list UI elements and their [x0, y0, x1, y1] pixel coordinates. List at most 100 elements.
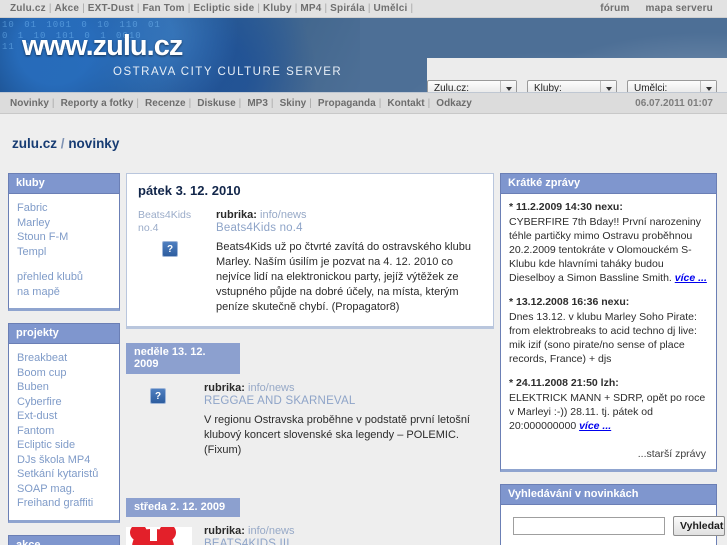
- short-news-more-link[interactable]: více ...: [579, 420, 611, 432]
- subnav-link-reporty-a-fotky[interactable]: Reporty a fotky: [61, 98, 134, 109]
- search-input[interactable]: [513, 517, 665, 535]
- sidebar-item-fantom[interactable]: Fantom: [17, 424, 111, 439]
- dropdown-umelci[interactable]: Umělci:: [627, 80, 717, 92]
- panel-search: Vyhledávání v novinkách Vyhledat: [500, 484, 725, 545]
- topnav-link-spirala[interactable]: Spirála: [330, 3, 365, 14]
- subnav-link-recenze[interactable]: Recenze: [145, 98, 186, 109]
- news-text: Beats4Kids už po čtvrté zavítá do ostrav…: [216, 241, 471, 313]
- sidebar-item-na-mape[interactable]: na mapě: [17, 285, 111, 300]
- panel-kratke-zpravy-title: Krátké zprávy: [501, 174, 716, 194]
- chevron-down-icon[interactable]: [700, 81, 716, 92]
- topnav-separator: |: [324, 3, 328, 14]
- short-news-item: * 11.2.2009 14:30 nexu: CYBERFIRE 7th Bd…: [509, 201, 708, 285]
- site-banner: www.zulu.cz OSTRAVA CITY CULTURE SERVER …: [0, 18, 727, 92]
- news-date-band: středa 2. 12. 2009: [126, 498, 240, 517]
- news-body: Beats4Kids no.4 ? rubrika: info/news Bea…: [138, 209, 482, 315]
- sidebar-item-boom-cup[interactable]: Boom cup: [17, 366, 111, 381]
- news-title-link[interactable]: Beats4Kids no.4: [216, 222, 482, 234]
- topnav-link-ext-dust[interactable]: EXT-Dust: [88, 3, 134, 14]
- subnav-separator: |: [270, 98, 274, 109]
- short-news-body: Dnes 13.12. v klubu Marley Soho Pirate: …: [509, 311, 697, 365]
- sidebar-item-templ[interactable]: Templ: [17, 245, 111, 260]
- panel-projekty: projekty Breakbeat Boom cup Buben Cyberf…: [8, 323, 120, 523]
- subnav-link-novinky[interactable]: Novinky: [10, 98, 49, 109]
- sidebar-item-prehled-klubu[interactable]: přehled klubů: [17, 270, 111, 285]
- news-rubrika-link[interactable]: info/news: [260, 209, 306, 221]
- topnav-link-ecliptic-side[interactable]: Ecliptic side: [193, 3, 254, 14]
- news-thumb-area: BEATS KIDS: [126, 525, 204, 545]
- current-datetime: 06.07.2011 01:07: [635, 97, 713, 109]
- news-title-link[interactable]: BEATS4KIDS III.: [204, 538, 494, 545]
- news-content: rubrika: info/news Beats4Kids no.4 Beats…: [216, 209, 482, 315]
- sidebar-item-ecliptic-side[interactable]: Ecliptic side: [17, 438, 111, 453]
- news-column: pátek 3. 12. 2010 Beats4Kids no.4 ? rubr…: [126, 173, 494, 545]
- broken-image-icon: ?: [162, 241, 178, 257]
- top-nav-links: Zulu.cz | Akce | EXT-Dust | Fan Tom | Eclipt…: [10, 3, 416, 14]
- breadcrumb-section: novinky: [68, 136, 120, 151]
- dropdown-kluby[interactable]: Kluby:: [527, 80, 617, 92]
- subnav-separator: |: [51, 98, 55, 109]
- chevron-down-icon[interactable]: [500, 81, 516, 92]
- subnav-link-kontakt[interactable]: Kontakt: [387, 98, 424, 109]
- dropdown-zulucz[interactable]: Zulu.cz:: [427, 80, 517, 92]
- news-rubrika-link[interactable]: info/news: [248, 382, 294, 394]
- topnav-separator: |: [82, 3, 85, 14]
- page-columns: kluby Fabric Marley Stoun F-M Templ přeh…: [0, 151, 727, 545]
- sidebar-item-setkani-kytaristu[interactable]: Setkání kytaristů: [17, 467, 111, 482]
- breadcrumb-site[interactable]: zulu.cz: [12, 136, 57, 151]
- short-news-item: * 24.11.2008 21:50 lzh: ELEKTRICK MANN +…: [509, 377, 708, 433]
- topnav-link-forum[interactable]: fórum: [600, 3, 629, 14]
- news-thumb-area: ?: [126, 382, 204, 458]
- news-thumb-area: Beats4Kids no.4 ?: [138, 209, 216, 315]
- subnav-link-skiny[interactable]: Skiny: [280, 98, 307, 109]
- topnav-separator: |: [294, 3, 298, 14]
- sidebar-item-djs-skola-mp4[interactable]: DJs škola MP4: [17, 453, 111, 468]
- news-title-link[interactable]: REGGAE AND SKARNEVAL: [204, 395, 494, 407]
- panel-kluby-list: Fabric Marley Stoun F-M Templ přehled kl…: [9, 194, 119, 308]
- site-logo[interactable]: www.zulu.cz: [22, 30, 183, 63]
- news-article: pátek 3. 12. 2010 Beats4Kids no.4 ? rubr…: [126, 173, 494, 329]
- top-nav-right-links: fórum mapa serveru: [584, 3, 713, 14]
- sidebar-item-fabric[interactable]: Fabric: [17, 201, 111, 216]
- sidebar-item-soap-mag[interactable]: SOAP mag.: [17, 482, 111, 497]
- panel-akce: akce: [8, 534, 120, 545]
- topnav-separator: |: [257, 3, 260, 14]
- short-news-body: CYBERFIRE 7th Bday!! První narozeniny té…: [509, 216, 701, 284]
- search-button[interactable]: Vyhledat: [673, 516, 725, 536]
- news-article: středa 2. 12. 2009 BEATS KIDS: [126, 498, 494, 545]
- topnav-link-akce[interactable]: Akce: [54, 3, 79, 14]
- news-rubrika-label: rubrika:: [204, 382, 245, 394]
- subnav-link-diskuse[interactable]: Diskuse: [197, 98, 235, 109]
- dropdown-kluby-label: Kluby:: [534, 83, 562, 92]
- topnav-link-mp4[interactable]: MP4: [300, 3, 321, 14]
- subnav-link-propaganda[interactable]: Propaganda: [318, 98, 376, 109]
- short-news-more-link[interactable]: více ...: [675, 272, 707, 284]
- sidebar-item-cyberfire[interactable]: Cyberfire: [17, 395, 111, 410]
- chevron-down-icon[interactable]: [600, 81, 616, 92]
- topnav-link-umelci[interactable]: Umělci: [374, 3, 408, 14]
- sidebar-item-stoun-fm[interactable]: Stoun F-M: [17, 230, 111, 245]
- sidebar-item-breakbeat[interactable]: Breakbeat: [17, 351, 111, 366]
- short-news-item: * 13.12.2008 16:36 nexu: Dnes 13.12. v k…: [509, 296, 708, 366]
- news-body: BEATS KIDS rubrika: info/news BEATS4KIDS…: [126, 525, 494, 545]
- topnav-link-fan-tom[interactable]: Fan Tom: [142, 3, 184, 14]
- older-news-link[interactable]: ...starší zprávy: [638, 448, 706, 460]
- broken-image-icon: ?: [150, 388, 166, 404]
- subnav-link-odkazy[interactable]: Odkazy: [436, 98, 472, 109]
- sidebar-item-marley[interactable]: Marley: [17, 216, 111, 231]
- news-body: ? rubrika: info/news REGGAE AND SKARNEVA…: [126, 382, 494, 458]
- beats4kids-logo-icon[interactable]: BEATS KIDS: [126, 527, 192, 545]
- topnav-separator: |: [48, 3, 52, 14]
- topnav-link-kluby[interactable]: Kluby: [263, 3, 292, 14]
- short-news-text: CYBERFIRE 7th Bday!! První narozeniny té…: [509, 215, 708, 285]
- subnav-link-mp3[interactable]: MP3: [247, 98, 268, 109]
- sidebar-item-buben[interactable]: Buben: [17, 380, 111, 395]
- sidebar-item-freihand-graffiti[interactable]: Freihand graffiti: [17, 496, 111, 511]
- sidebar-item-ext-dust[interactable]: Ext-dust: [17, 409, 111, 424]
- site-tagline: OSTRAVA CITY CULTURE SERVER: [113, 66, 343, 78]
- panel-projekty-title: projekty: [9, 324, 119, 344]
- news-rubrika: rubrika: info/news: [204, 525, 494, 537]
- topnav-link-zulucz[interactable]: Zulu.cz: [10, 3, 46, 14]
- topnav-link-mapa-serveru[interactable]: mapa serveru: [646, 3, 713, 14]
- news-rubrika-link[interactable]: info/news: [248, 525, 294, 537]
